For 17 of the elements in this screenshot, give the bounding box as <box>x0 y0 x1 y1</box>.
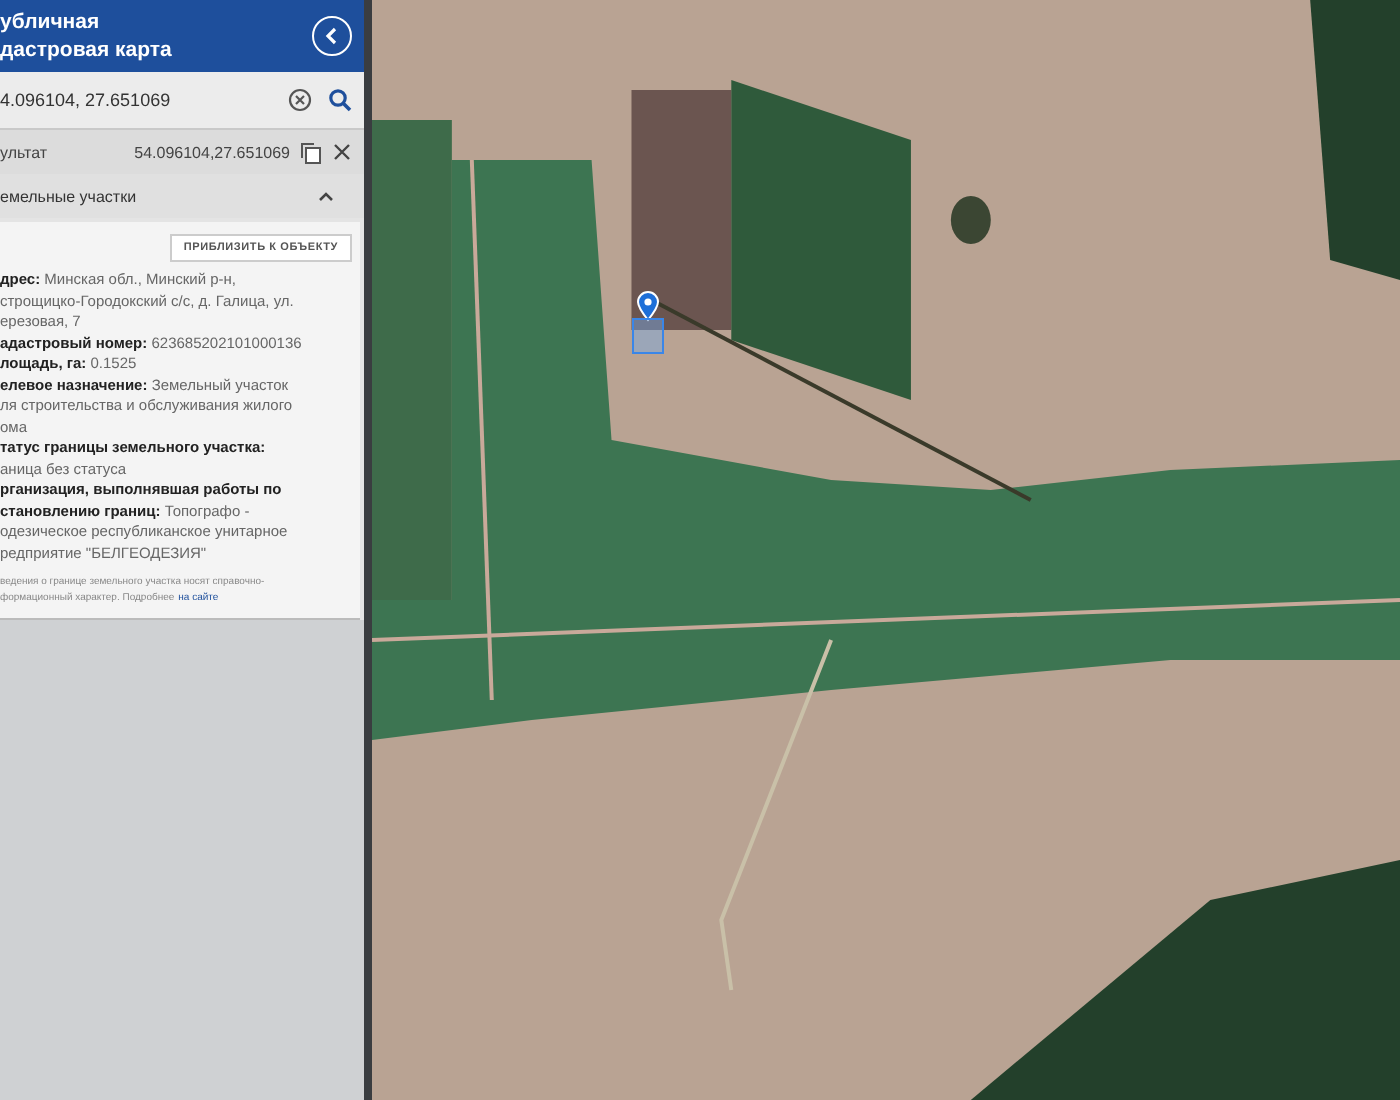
panel-title: убличная <box>0 8 102 36</box>
satellite-map[interactable] <box>372 0 1400 1100</box>
collapse-button[interactable] <box>312 16 352 56</box>
section-header[interactable]: емельные участки <box>0 174 364 218</box>
result-coordinates: 54.096104,27.651069 <box>134 143 290 161</box>
copy-icon[interactable] <box>300 141 322 163</box>
search-field[interactable]: 4.096104, 27.651069 <box>0 72 364 130</box>
search-icon[interactable] <box>328 88 352 112</box>
section-title: емельные участки <box>0 187 137 205</box>
panel-title: дастровая карта <box>0 36 172 64</box>
selected-parcel <box>632 318 664 354</box>
chevron-left-icon <box>322 26 342 46</box>
location-pin-icon[interactable] <box>636 290 660 322</box>
close-icon[interactable] <box>332 142 352 162</box>
clear-icon[interactable] <box>288 88 312 112</box>
search-value: 4.096104, 27.651069 <box>0 90 173 110</box>
result-label: ультат <box>0 143 50 161</box>
